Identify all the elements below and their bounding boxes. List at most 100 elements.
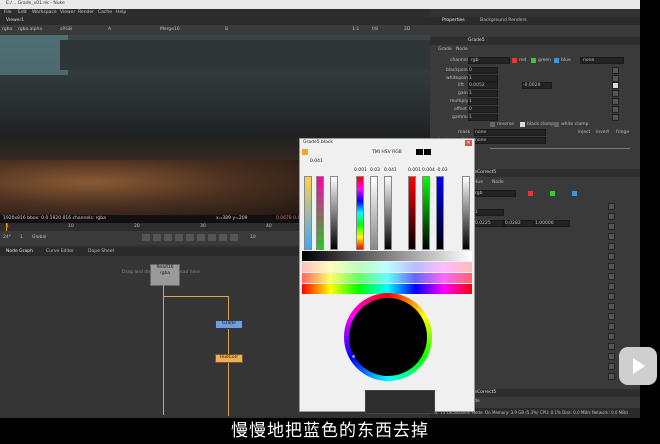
last-frame-button[interactable] <box>230 234 238 241</box>
menu-render[interactable]: Render <box>78 10 94 16</box>
current-frame-field[interactable]: 1 <box>20 235 23 241</box>
green-checkbox[interactable] <box>531 58 536 63</box>
hc-lum-field[interactable]: 0.0225 <box>474 220 504 227</box>
rgb-g-value[interactable]: 0.004 <box>422 168 435 174</box>
hc-knob-16[interactable] <box>608 353 615 360</box>
hc-knob-15[interactable] <box>608 343 615 350</box>
green-slider[interactable] <box>422 176 430 250</box>
rgb-r-value[interactable]: 0.001 <box>408 168 421 174</box>
input-a-dropdown[interactable]: A <box>108 27 111 33</box>
tab-hue[interactable]: Hue <box>474 180 483 186</box>
range-dropdown[interactable]: Global <box>32 235 46 241</box>
gamma-color-button[interactable] <box>612 114 619 121</box>
multiply-color-button[interactable] <box>612 98 619 105</box>
tab-grade[interactable]: Grade <box>438 47 452 53</box>
hc-knob-11[interactable] <box>608 303 615 310</box>
unpremult-dropdown[interactable]: none <box>474 137 546 144</box>
hue-slider[interactable] <box>356 176 364 250</box>
first-frame-button[interactable] <box>142 234 150 241</box>
blue-slider[interactable] <box>436 176 444 250</box>
grade-node[interactable]: Grade <box>215 320 243 329</box>
alpha-slider[interactable] <box>462 176 470 250</box>
mix-slider[interactable] <box>490 148 630 149</box>
step-forward-button[interactable] <box>208 234 216 241</box>
input-a-node[interactable]: Merge16 <box>160 27 180 33</box>
alpha-dropdown[interactable]: rgba.alpha <box>18 27 42 33</box>
increment-field[interactable]: 10 <box>250 235 256 241</box>
tab-viewer1[interactable]: Viewer1 <box>6 18 24 24</box>
fstop-field[interactable]: f/8 <box>372 27 378 33</box>
value-slider[interactable] <box>384 176 392 250</box>
tab-grade-node[interactable]: Node <box>456 47 468 53</box>
lift-field[interactable]: 0.0052 <box>468 82 498 89</box>
offset-color-button[interactable] <box>612 106 619 113</box>
grade-node-name[interactable]: Grade5 <box>468 38 485 44</box>
offset-field[interactable]: 0 <box>468 106 498 113</box>
play-forward-button[interactable] <box>197 234 205 241</box>
menu-cache[interactable]: Cache <box>98 10 112 16</box>
gain-color-button[interactable] <box>612 90 619 97</box>
whitepoint-field[interactable]: 1 <box>468 75 498 82</box>
stop-button[interactable] <box>186 234 194 241</box>
hc-knob-17[interactable] <box>608 363 615 370</box>
input-b-dropdown[interactable]: B <box>225 27 228 33</box>
white-clamp-checkbox[interactable] <box>554 122 559 127</box>
hc-knob-7[interactable] <box>608 263 615 270</box>
step-back-button[interactable] <box>164 234 172 241</box>
color-picker-window[interactable]: Grade5.black ✕ TMI HSV RGB 0.041 0.001 0… <box>299 138 475 412</box>
saturation-slider[interactable] <box>370 176 378 250</box>
lift-field-2[interactable]: -0.0029 <box>522 82 552 89</box>
play-button[interactable] <box>619 347 657 385</box>
hc-red-checkbox[interactable] <box>528 191 533 196</box>
tab-background-renders[interactable]: Background Renders <box>480 18 527 24</box>
gamma-field[interactable]: 1 <box>468 114 498 121</box>
hc-green-checkbox[interactable] <box>550 191 555 196</box>
red-slider[interactable] <box>408 176 416 250</box>
playhead[interactable] <box>6 223 7 231</box>
timeline[interactable]: 1 10 20 30 40 24* 1 Global 10 <box>0 223 300 245</box>
menu-viewer[interactable]: Viewer <box>60 10 75 16</box>
hc-knob-4[interactable] <box>608 233 615 240</box>
rgb-b-value[interactable]: -0.03 <box>436 168 448 174</box>
read-node[interactable]: Read16 rgba <box>150 264 180 286</box>
fps-field[interactable]: 24* <box>3 235 11 241</box>
hc-knob-3[interactable] <box>608 223 615 230</box>
black-clamp-checkbox[interactable] <box>520 122 525 127</box>
tmi-magenta-slider[interactable] <box>316 176 324 250</box>
colorspace-dropdown[interactable]: sRGB <box>60 27 72 33</box>
wheel-cursor[interactable] <box>352 355 355 358</box>
tmi-intensity-slider[interactable] <box>330 176 338 250</box>
hsv-v-value[interactable]: 0.041 <box>384 168 397 174</box>
multiply-field[interactable]: 1 <box>468 98 498 105</box>
blackpoint-field[interactable]: 0 <box>468 67 498 74</box>
next-key-button[interactable] <box>219 234 227 241</box>
pastel-swatches[interactable] <box>302 262 472 272</box>
picker-mode-label[interactable]: TMI HSV RGB <box>372 150 402 156</box>
whitepoint-color-button[interactable] <box>612 75 619 82</box>
hc-knob-10[interactable] <box>608 293 615 300</box>
tab-properties[interactable]: Properties <box>442 18 465 24</box>
lift-color-button[interactable] <box>612 82 619 89</box>
tab-node-graph[interactable]: Node Graph <box>6 249 33 255</box>
blue-checkbox[interactable] <box>554 58 559 63</box>
menu-edit[interactable]: Edit <box>18 10 27 16</box>
huecorrect-node[interactable]: HueCorr <box>215 354 243 363</box>
light-swatches[interactable] <box>302 273 472 283</box>
hc-knob-1[interactable] <box>608 203 615 210</box>
hc-knob-18[interactable] <box>608 373 615 380</box>
menu-file[interactable]: File <box>4 10 12 16</box>
blackpoint-color-button[interactable] <box>612 67 619 74</box>
reverse-checkbox[interactable] <box>490 122 495 127</box>
menu-help[interactable]: Help <box>116 10 126 16</box>
hc-knob-12[interactable] <box>608 313 615 320</box>
picker-close-button[interactable]: ✕ <box>465 140 472 146</box>
hc-knob-6[interactable] <box>608 253 615 260</box>
mask-dropdown[interactable]: none <box>474 129 546 136</box>
hc-channels-dropdown[interactable]: rgb <box>474 190 516 197</box>
col1-value[interactable]: 0.041 <box>310 159 323 165</box>
hc-knob-8[interactable] <box>608 273 615 280</box>
menu-workspace[interactable]: Workspace <box>32 10 57 16</box>
play-backward-button[interactable] <box>175 234 183 241</box>
channels-dropdown[interactable]: rgb <box>468 57 510 64</box>
hsv-s-value[interactable]: 0.03 <box>370 168 380 174</box>
